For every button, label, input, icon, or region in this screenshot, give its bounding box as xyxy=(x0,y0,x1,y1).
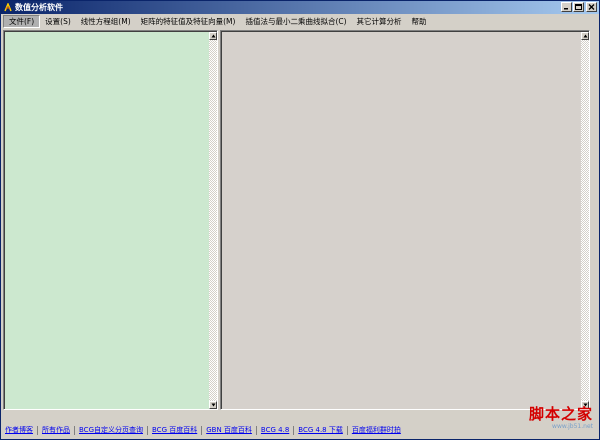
link-separator xyxy=(255,425,257,435)
app-icon xyxy=(3,3,12,12)
left-text-area[interactable] xyxy=(4,31,217,409)
menu-linear-equations[interactable]: 线性方程组(M) xyxy=(76,15,136,28)
minimize-icon xyxy=(564,8,568,10)
maximize-button[interactable] xyxy=(573,2,584,12)
link-bcg-48[interactable]: BCG 4.8 xyxy=(259,426,291,434)
watermark-title: 脚本之家 xyxy=(528,405,593,423)
menu-settings[interactable]: 设置(S) xyxy=(40,15,76,28)
menu-eigenvalues[interactable]: 矩阵的特征值及特征向量(M) xyxy=(136,15,241,28)
close-button[interactable] xyxy=(586,2,597,12)
window-title: 数值分析软件 xyxy=(15,3,63,12)
menu-interpolation[interactable]: 插值法与最小二乘曲线拟合(C) xyxy=(240,15,351,28)
watermark-url: www.jb51.net xyxy=(552,423,593,430)
link-bcg-custom-paging[interactable]: BCG自定义分页查询 xyxy=(77,425,145,435)
left-vertical-scrollbar[interactable] xyxy=(209,32,217,409)
left-scroll-up-button[interactable] xyxy=(209,32,217,40)
menu-other-analysis[interactable]: 其它计算分析 xyxy=(352,15,407,28)
minimize-button[interactable] xyxy=(561,2,572,12)
right-vertical-scrollbar[interactable] xyxy=(581,32,589,409)
title-bar[interactable]: 数值分析软件 xyxy=(1,1,599,14)
right-text-area[interactable] xyxy=(221,31,589,409)
left-scroll-down-button[interactable] xyxy=(209,401,217,409)
maximize-icon xyxy=(575,4,582,10)
arrow-up-icon xyxy=(583,34,587,38)
left-panel xyxy=(3,30,218,410)
link-bar: 作者博客 所有作品 BCG自定义分页查询 BCG 百度百科 GBN 百度百科 B… xyxy=(3,423,403,437)
link-separator xyxy=(346,425,348,435)
menu-help[interactable]: 帮助 xyxy=(407,15,432,28)
window-controls xyxy=(560,2,597,12)
link-gbn-baike[interactable]: GBN 百度百科 xyxy=(204,425,254,435)
right-edge-strip xyxy=(591,30,599,410)
link-separator xyxy=(201,425,203,435)
app-window: 数值分析软件 文件(F) 设置(S) 线性方程组(M) 矩阵的特征值及特征向量(… xyxy=(0,0,600,440)
arrow-down-icon xyxy=(211,403,215,407)
link-bcg-baike[interactable]: BCG 百度百科 xyxy=(150,425,199,435)
right-scroll-up-button[interactable] xyxy=(581,32,589,40)
menu-file[interactable]: 文件(F) xyxy=(3,15,41,28)
link-bcg-48-download[interactable]: BCG 4.8 下载 xyxy=(296,425,345,435)
link-separator xyxy=(74,425,75,435)
arrow-up-icon xyxy=(211,34,215,38)
menu-bar: 文件(F) 设置(S) 线性方程组(M) 矩阵的特征值及特征向量(M) 插值法与… xyxy=(1,14,599,29)
watermark: 脚本之家 www.jb51.net xyxy=(503,405,593,439)
link-separator xyxy=(293,425,295,435)
left-scroll-track[interactable] xyxy=(209,40,217,401)
close-icon xyxy=(588,4,595,10)
link-baidu-welfare[interactable]: 百度福利群时拍 xyxy=(350,425,403,435)
link-all-works[interactable]: 所有作品 xyxy=(40,425,72,435)
link-author-blog[interactable]: 作者博客 xyxy=(3,425,35,435)
link-separator xyxy=(147,425,148,435)
link-separator xyxy=(37,425,38,435)
right-panel xyxy=(220,30,590,410)
right-scroll-track[interactable] xyxy=(581,40,589,401)
